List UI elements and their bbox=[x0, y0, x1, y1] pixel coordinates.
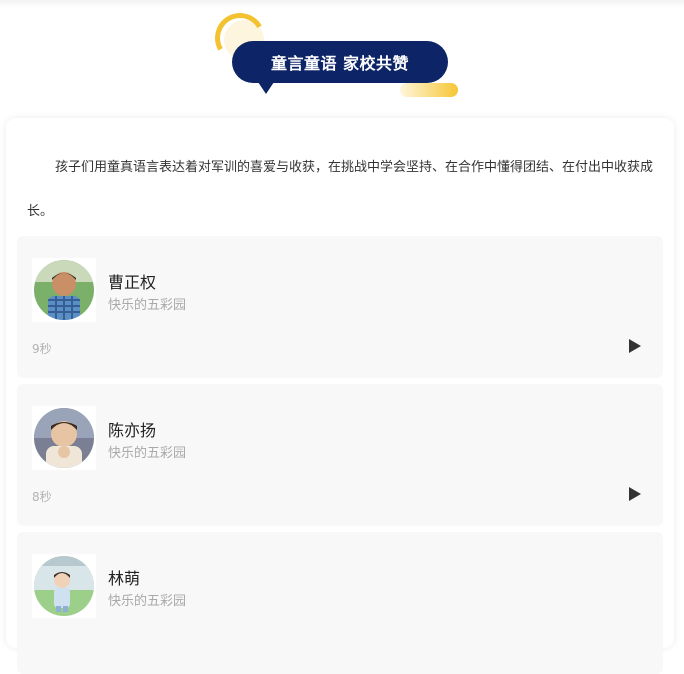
child-photo-icon bbox=[34, 260, 94, 320]
item-name: 曹正权 bbox=[108, 273, 157, 292]
play-icon[interactable] bbox=[629, 339, 641, 353]
avatar bbox=[32, 406, 96, 470]
list-item[interactable]: 陈亦扬 快乐的五彩园 8秒 bbox=[17, 384, 663, 526]
title-badge: 童言童语 家校共赞 bbox=[232, 41, 448, 83]
item-name: 林萌 bbox=[108, 569, 141, 588]
play-icon[interactable] bbox=[629, 487, 641, 501]
badge-tail bbox=[258, 82, 274, 94]
audio-duration: 8秒 bbox=[32, 490, 52, 504]
item-subtitle: 快乐的五彩园 bbox=[108, 298, 187, 313]
decorative-bar bbox=[400, 83, 458, 97]
item-subtitle: 快乐的五彩园 bbox=[108, 446, 187, 461]
avatar bbox=[32, 258, 96, 322]
audio-duration: 9秒 bbox=[32, 342, 52, 356]
intro-text: 孩子们用童真语言表达着对军训的喜爱与收获，在挑战中学会坚持、在合作中懂得团结、在… bbox=[27, 160, 654, 219]
content-card: 孩子们用童真语言表达着对军训的喜爱与收获，在挑战中学会坚持、在合作中懂得团结、在… bbox=[6, 118, 674, 674]
list-item[interactable]: 林萌 快乐的五彩园 bbox=[17, 532, 663, 674]
top-shadow bbox=[0, 0, 684, 8]
child-photo-icon bbox=[34, 556, 94, 616]
list-item[interactable]: 曹正权 快乐的五彩园 9秒 bbox=[17, 236, 663, 378]
item-name: 陈亦扬 bbox=[108, 421, 157, 440]
item-subtitle: 快乐的五彩园 bbox=[108, 594, 187, 609]
avatar bbox=[32, 554, 96, 618]
section-title: 童言童语 家校共赞 bbox=[209, 7, 470, 100]
child-photo-icon bbox=[34, 408, 94, 468]
